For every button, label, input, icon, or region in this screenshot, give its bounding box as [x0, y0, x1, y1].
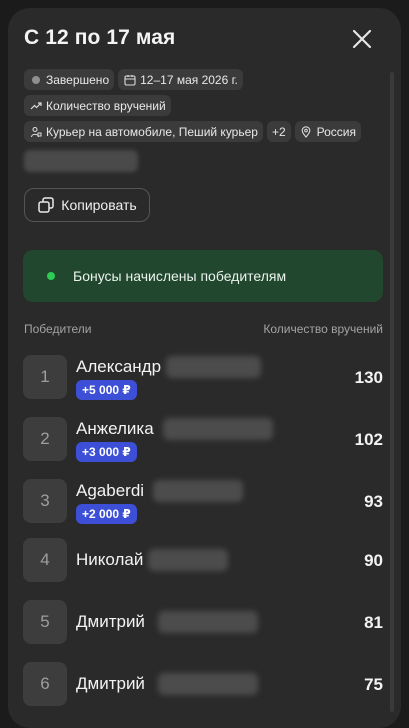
couriers-chip: Курьер на автомобиле, Пеший курьер — [24, 121, 263, 142]
location-pin-icon — [300, 125, 313, 138]
delivery-count: 93 — [364, 492, 383, 511]
copy-icon — [38, 197, 55, 213]
close-button[interactable] — [347, 24, 377, 54]
redacted-surname — [166, 356, 261, 378]
redacted-chip — [24, 150, 138, 172]
bonus-badge: +2 000 ₽ — [76, 504, 137, 524]
rank-badge: 1 — [23, 355, 67, 399]
column-header-winners: Победители — [24, 322, 92, 336]
bonus-badge: +5 000 ₽ — [76, 380, 137, 400]
winner-name: Agaberdi — [76, 481, 145, 500]
page-title: С 12 по 17 мая — [24, 26, 176, 49]
rank-badge: 4 — [23, 538, 67, 582]
rank-badge: 6 — [23, 662, 67, 706]
metric-chip: Количество вручений — [24, 95, 171, 116]
winner-name: Дмитрий — [76, 674, 145, 693]
dates-chip: 12–17 мая 2026 г. — [118, 69, 243, 90]
redacted-surname — [158, 673, 258, 695]
more-chip[interactable]: +2 — [266, 121, 291, 142]
status-chip-label: Завершено — [46, 72, 110, 87]
dates-chip-label: 12–17 мая 2026 г. — [140, 72, 238, 87]
success-dot-icon — [47, 272, 55, 280]
winner-row[interactable]: 2 Анжелика +3 000 ₽ 102 — [23, 417, 383, 463]
winner-row[interactable]: 4 Николай 90 — [23, 538, 383, 584]
redacted-surname — [153, 480, 243, 502]
winner-row[interactable]: 1 Александр +5 000 ₽ 130 — [23, 355, 383, 401]
rank-badge: 3 — [23, 479, 67, 523]
couriers-chip-label: Курьер на автомобиле, Пеший курьер — [46, 124, 258, 139]
trend-up-icon — [29, 99, 42, 112]
winner-name: Анжелика — [76, 419, 154, 438]
redacted-surname — [158, 611, 258, 633]
region-chip-label: Россия — [316, 124, 356, 139]
region-chip: Россия — [294, 121, 361, 142]
delivery-count: 75 — [364, 675, 383, 694]
winner-name: Дмитрий — [76, 612, 145, 631]
close-icon — [352, 29, 372, 49]
winner-row[interactable]: 5 Дмитрий 81 — [23, 600, 383, 646]
delivery-count: 102 — [354, 430, 383, 449]
bonus-badge: +3 000 ₽ — [76, 442, 137, 462]
bonus-banner-text: Бонусы начислены победителям — [73, 268, 287, 284]
metric-chip-label: Количество вручений — [46, 98, 166, 113]
chips-area: Завершено 12–17 мая 2026 г. Количество в… — [24, 69, 384, 147]
column-header-count: Количество вручений — [263, 322, 383, 336]
delivery-count: 90 — [364, 551, 383, 570]
status-dot-icon — [31, 75, 40, 84]
winner-name: Николай — [76, 550, 144, 569]
status-chip: Завершено — [24, 69, 115, 90]
winners-panel: С 12 по 17 мая Завершено 12–17 мая 2026 … — [8, 8, 401, 728]
winner-name: Александр — [76, 357, 162, 376]
delivery-count: 81 — [364, 613, 383, 632]
redacted-surname — [163, 418, 273, 440]
redacted-surname — [148, 549, 228, 571]
calendar-icon — [123, 73, 136, 86]
rank-badge: 5 — [23, 600, 67, 644]
copy-button-label: Копировать — [61, 197, 137, 213]
copy-button[interactable]: Копировать — [24, 188, 150, 222]
winner-row[interactable]: 6 Дмитрий 75 — [23, 662, 383, 708]
courier-icon — [29, 125, 42, 138]
delivery-count: 130 — [354, 368, 383, 387]
winner-row[interactable]: 3 Agaberdi +2 000 ₽ 93 — [23, 479, 383, 525]
bonus-banner: Бонусы начислены победителям — [23, 250, 383, 302]
rank-badge: 2 — [23, 417, 67, 461]
scrollbar[interactable] — [390, 72, 394, 712]
